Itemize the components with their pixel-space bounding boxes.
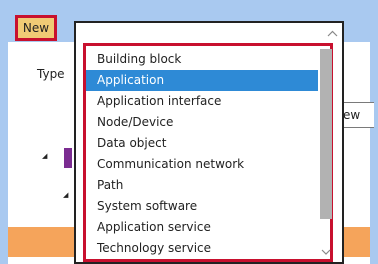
expand-triangle-icon[interactable]: ◢ [42, 152, 47, 160]
new-button[interactable]: New [15, 15, 57, 41]
dropdown-item-application[interactable]: Application [86, 70, 318, 91]
dropdown-item-application-interface[interactable]: Application interface [86, 91, 318, 112]
dropdown-items: Building block Application Application i… [86, 49, 318, 259]
expand-triangle-icon[interactable]: ◢ [63, 191, 68, 199]
window-frame-right [370, 0, 378, 264]
dropdown-item-path[interactable]: Path [86, 175, 318, 196]
dropdown-item-data-object[interactable]: Data object [86, 133, 318, 154]
purple-marker [64, 148, 72, 168]
dropdown-item-node-device[interactable]: Node/Device [86, 112, 318, 133]
chevron-up-icon[interactable] [325, 26, 339, 40]
dropdown-item-building-block[interactable]: Building block [86, 49, 318, 70]
dropdown-item-technology-service[interactable]: Technology service [86, 238, 318, 259]
chevron-down-icon[interactable] [320, 246, 332, 258]
type-label: Type [37, 67, 65, 81]
new-button-label: New [22, 21, 50, 35]
scrollbar-thumb[interactable] [320, 49, 332, 219]
dropdown-list[interactable]: Building block Application Application i… [83, 43, 333, 262]
dropdown-item-communication-network[interactable]: Communication network [86, 154, 318, 175]
dropdown-item-application-service[interactable]: Application service [86, 217, 318, 238]
view-button-label: ew [343, 108, 361, 122]
dropdown-item-system-software[interactable]: System software [86, 196, 318, 217]
window-frame-left [0, 0, 8, 264]
